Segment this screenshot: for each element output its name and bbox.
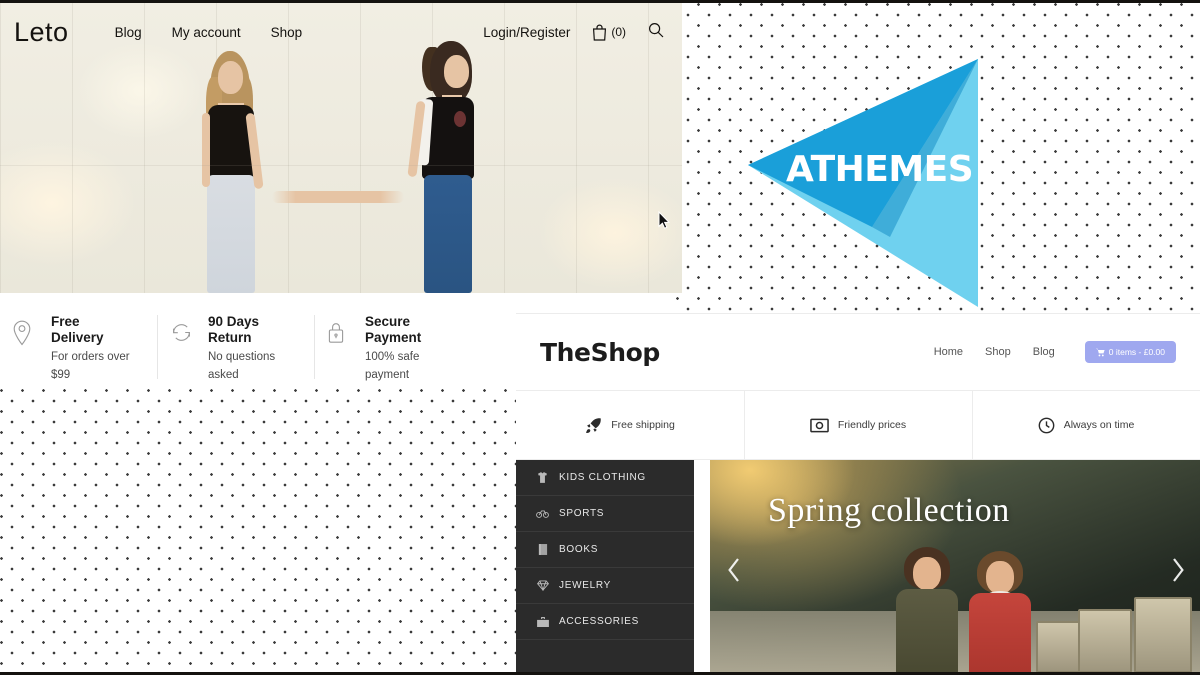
category-item-sports[interactable]: SPORTS [516,496,694,532]
shop-feature-friendly-prices: Friendly prices [744,391,972,459]
athemes-wordmark: ATHEMES [786,149,974,190]
clock-icon [1038,417,1055,434]
feature-title: 90 Days Return [208,314,260,345]
theshop-header: TheShop Home Shop Blog 0 items - £0.00 [516,314,1200,390]
shop-nav-item-shop[interactable]: Shop [985,346,1011,358]
shop-feature-free-shipping: Free shipping [516,391,744,459]
search-icon [648,22,664,37]
spring-collection-slider: Spring collection [710,460,1200,672]
category-label: KIDS CLOTHING [559,472,646,483]
category-label: ACCESSORIES [559,616,639,627]
leto-features-bar: Free Delivery For orders over $99 90 Day… [0,293,516,389]
category-item-books[interactable]: BOOKS [516,532,694,568]
feature-secure-payment: Secure Payment 100% safe payment [314,314,471,381]
hero-figure-left [186,51,278,293]
category-menu: KIDS CLOTHING SPORTS BOOKS JEWELRY ACCES… [516,460,694,672]
category-item-partial[interactable] [516,640,694,672]
leto-site-preview: Leto Blog My account Shop Login/Register… [0,3,682,293]
tshirt-icon [536,472,549,483]
theshop-cart-button[interactable]: 0 items - £0.00 [1084,341,1176,363]
category-item-kids-clothing[interactable]: KIDS CLOTHING [516,460,694,496]
held-hands [272,191,404,203]
feature-subtitle: 100% safe payment [365,351,420,382]
feature-text: Free Delivery For orders over $99 [51,314,143,381]
chevron-left-icon [728,557,739,582]
refresh-arrows-icon [169,314,195,380]
theshop-body: KIDS CLOTHING SPORTS BOOKS JEWELRY ACCES… [516,460,1200,672]
slider-next-button[interactable] [1170,556,1186,584]
cart-icon [1095,348,1105,356]
category-label: SPORTS [559,508,605,519]
shop-feature-label: Always on time [1063,419,1135,431]
theshop-logo[interactable]: TheShop [540,338,660,367]
leto-primary-nav: Blog My account Shop [115,25,303,40]
mouse-cursor [658,210,670,235]
slider-prop-crate [1134,597,1192,672]
shop-feature-label: Free shipping [611,419,675,431]
padlock-icon [326,314,352,380]
category-item-accessories[interactable]: ACCESSORIES [516,604,694,640]
search-button[interactable] [648,22,664,43]
feature-text: Secure Payment 100% safe payment [365,314,457,381]
feature-text: 90 Days Return No questions asked [208,314,300,381]
shop-feature-always-on-time: Always on time [972,391,1200,459]
cart-button-label: 0 items - £0.00 [1108,347,1165,357]
feature-90-days-return: 90 Days Return No questions asked [157,314,314,381]
theshop-features-bar: Free shipping Friendly prices Always on … [516,390,1200,460]
shopping-bag-icon [593,24,607,41]
feature-title: Secure Payment [365,314,422,345]
book-icon [536,544,549,555]
category-label: JEWELRY [559,580,611,591]
slider-headline: Spring collection [768,492,1010,529]
cart-count: (0) [611,25,626,39]
slider-child-left [888,547,966,672]
slider-prop-crate [1036,621,1080,672]
chevron-right-icon [1173,557,1184,582]
athemes-logo: ATHEMES [740,41,986,309]
shop-nav-item-home[interactable]: Home [934,346,963,358]
nav-item-my-account[interactable]: My account [172,25,241,40]
hero-figure-right [400,41,500,293]
diamond-icon [536,580,549,591]
slider-prev-button[interactable] [726,556,742,584]
theshop-primary-nav: Home Shop Blog 0 items - £0.00 [934,341,1176,363]
category-item-jewelry[interactable]: JEWELRY [516,568,694,604]
login-register-link[interactable]: Login/Register [483,25,570,40]
theshop-site-preview: TheShop Home Shop Blog 0 items - £0.00 F… [516,313,1200,672]
bicycle-icon [536,509,549,518]
nav-item-blog[interactable]: Blog [115,25,142,40]
slider-prop-crate [1078,609,1132,672]
cart-link[interactable]: (0) [592,24,626,41]
shop-nav-item-blog[interactable]: Blog [1033,346,1055,358]
slider-child-right [962,551,1038,672]
rocket-icon [585,417,602,434]
leto-header: Leto Blog My account Shop Login/Register… [0,3,682,61]
leto-logo[interactable]: Leto [14,17,69,48]
layout-gutter [694,460,710,672]
dotted-pattern-background-left [0,389,516,672]
feature-free-delivery: Free Delivery For orders over $99 [0,314,157,381]
shop-feature-label: Friendly prices [837,419,907,431]
feature-title: Free Delivery [51,314,104,345]
feature-subtitle: For orders over $99 [51,351,130,382]
nav-item-shop[interactable]: Shop [271,25,303,40]
banknote-icon [810,418,829,433]
location-pin-icon [12,314,38,380]
leto-header-actions: Login/Register (0) [483,22,664,43]
screenshot-canvas: ATHEMES Leto Blog My account Shop Login/… [0,0,1200,675]
category-label: BOOKS [559,544,599,555]
briefcase-icon [536,616,549,627]
feature-subtitle: No questions asked [208,351,276,382]
